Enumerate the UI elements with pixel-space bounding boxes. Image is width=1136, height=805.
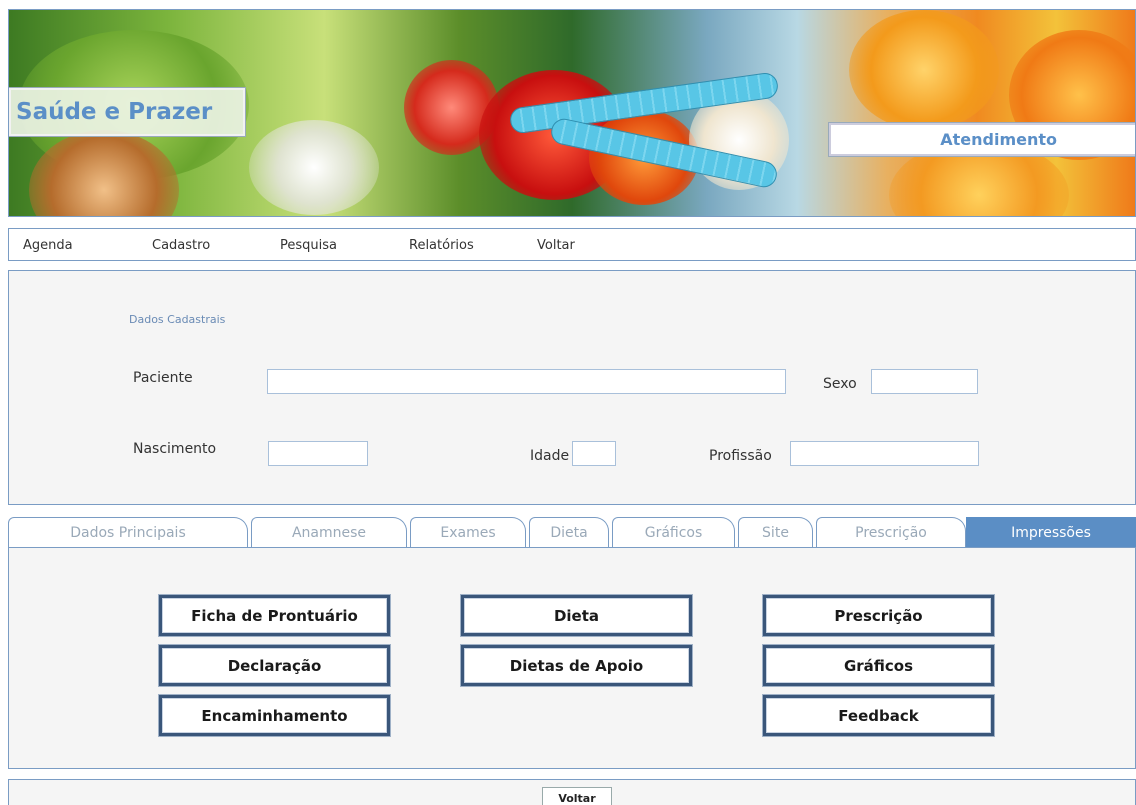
nascimento-label: Nascimento (133, 441, 217, 457)
dieta-button[interactable]: Dieta (461, 595, 692, 636)
prescricao-button[interactable]: Prescrição (763, 595, 994, 636)
profissao-field[interactable] (790, 441, 979, 466)
voltar-button[interactable]: Voltar (542, 787, 612, 805)
menu-item-pesquisa[interactable]: Pesquisa (280, 238, 337, 253)
footer-bar: Voltar (8, 779, 1136, 805)
main-menu: Agenda Cadastro Pesquisa Relatórios Volt… (8, 228, 1136, 261)
tab-site[interactable]: Site (738, 517, 813, 547)
menu-item-agenda[interactable]: Agenda (23, 238, 73, 253)
panel-caption: Dados Cadastrais (129, 313, 226, 326)
tab-prescricao[interactable]: Prescrição (816, 517, 966, 547)
brand-logo: Saúde e Prazer (9, 88, 245, 136)
impressoes-panel: Ficha de Prontuário Dieta Prescrição Dec… (8, 547, 1136, 769)
menu-item-relatorios[interactable]: Relatórios (409, 238, 474, 253)
tab-dados-principais[interactable]: Dados Principais (8, 517, 248, 547)
feedback-button[interactable]: Feedback (763, 695, 994, 736)
ficha-de-prontuario-button[interactable]: Ficha de Prontuário (159, 595, 390, 636)
tab-bar: Dados Principais Anamnese Exames Dieta G… (8, 517, 1136, 547)
sexo-label: Sexo (823, 376, 857, 392)
tab-impressoes[interactable]: Impressões (966, 517, 1136, 547)
patient-data-panel: Dados Cadastrais Paciente Sexo Nasciment… (8, 270, 1136, 505)
encaminhamento-button[interactable]: Encaminhamento (159, 695, 390, 736)
tab-dieta[interactable]: Dieta (529, 517, 609, 547)
dietas-de-apoio-button[interactable]: Dietas de Apoio (461, 645, 692, 686)
tab-anamnese[interactable]: Anamnese (251, 517, 407, 547)
nascimento-field[interactable] (268, 441, 368, 466)
paciente-label: Paciente (133, 370, 193, 386)
graficos-button[interactable]: Gráficos (763, 645, 994, 686)
menu-item-voltar[interactable]: Voltar (537, 238, 575, 253)
garlic-image (249, 120, 379, 215)
section-title: Atendimento (940, 130, 1057, 149)
menu-item-cadastro[interactable]: Cadastro (152, 238, 210, 253)
tab-graficos[interactable]: Gráficos (612, 517, 735, 547)
idade-label: Idade (530, 448, 570, 464)
brand-title: Saúde e Prazer (16, 99, 213, 125)
sexo-field[interactable] (871, 369, 978, 394)
declaracao-button[interactable]: Declaração (159, 645, 390, 686)
orange-image (849, 10, 999, 130)
idade-field[interactable] (572, 441, 616, 466)
profissao-label: Profissão (709, 448, 772, 464)
tab-exames[interactable]: Exames (410, 517, 526, 547)
section-title-box: Atendimento (829, 123, 1135, 156)
paciente-field[interactable] (267, 369, 786, 394)
header-banner: Saúde e Prazer Atendimento (8, 9, 1136, 217)
